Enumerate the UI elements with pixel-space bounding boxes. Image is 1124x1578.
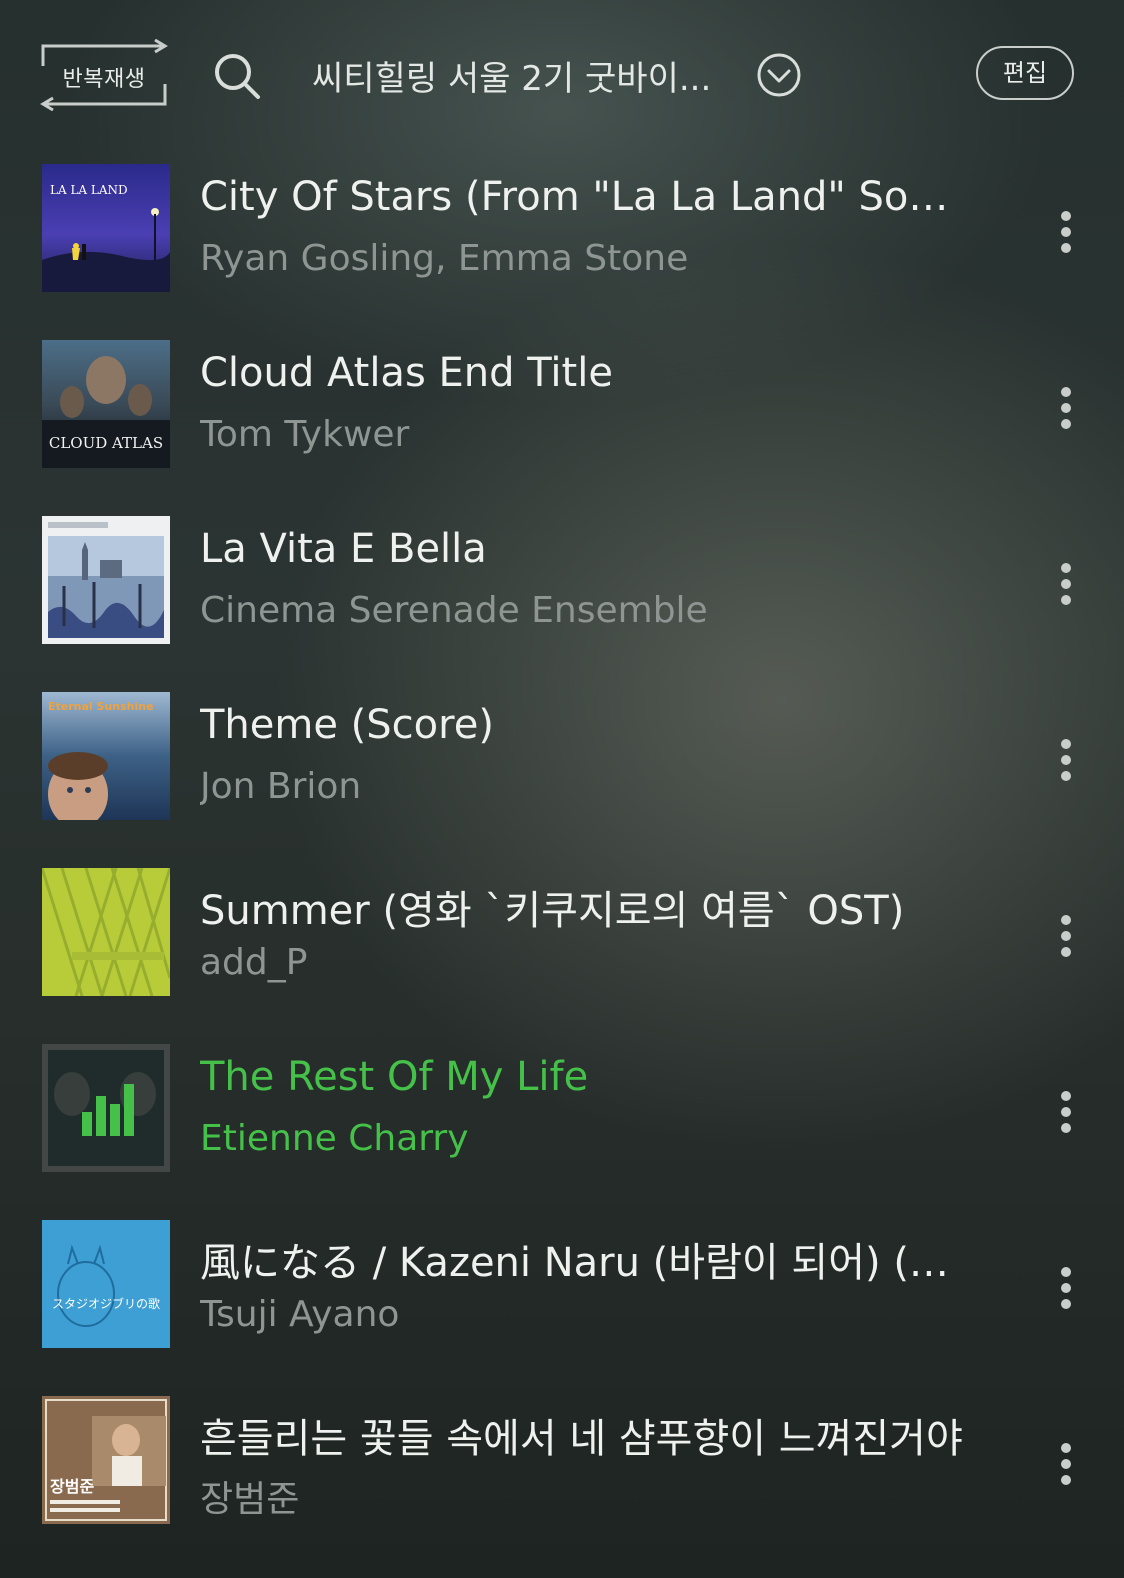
track-artist: Ryan Gosling, Emma Stone <box>200 238 689 279</box>
album-cover <box>42 516 170 644</box>
cover-text: スタジオジブリの歌 <box>52 1296 160 1311</box>
search-icon[interactable] <box>213 52 261 100</box>
track-item[interactable]: LA LA LAND City Of Stars (From "La La La… <box>0 164 1124 304</box>
track-item[interactable]: Summer (영화 `키쿠지로의 여름` OST) add_P <box>0 868 1124 1008</box>
track-item[interactable]: Eternal Sunshine Theme (Score) Jon Brion <box>0 692 1124 832</box>
more-options-icon[interactable] <box>1052 208 1080 256</box>
track-artist: add_P <box>200 942 308 983</box>
track-title: The Rest Of My Life <box>200 1054 589 1100</box>
track-item[interactable]: CLOUD ATLAS Cloud Atlas End Title Tom Ty… <box>0 340 1124 480</box>
track-title: 風になる / Kazeni Naru (바람이 되어) (영... <box>200 1240 970 1286</box>
track-item[interactable]: La Vita E Bella Cinema Serenade Ensemble <box>0 516 1124 656</box>
more-options-icon[interactable] <box>1052 1088 1080 1136</box>
more-options-icon[interactable] <box>1052 560 1080 608</box>
track-title: Theme (Score) <box>200 702 494 748</box>
album-cover: 장범준 <box>42 1396 170 1524</box>
repeat-button[interactable]: 반복재생 <box>40 39 168 111</box>
track-item[interactable]: 장범준 흔들리는 꽃들 속에서 네 샴푸향이 느껴진거야 장범준 <box>0 1396 1124 1536</box>
album-cover: スタジオジブリの歌 <box>42 1220 170 1348</box>
repeat-label: 반복재생 <box>62 67 146 92</box>
more-options-icon[interactable] <box>1052 912 1080 960</box>
chevron-down-icon[interactable] <box>756 52 802 98</box>
edit-button[interactable]: 편집 <box>976 46 1074 100</box>
more-options-icon[interactable] <box>1052 384 1080 432</box>
cover-text: CLOUD ATLAS <box>49 434 163 452</box>
more-options-icon[interactable] <box>1052 1440 1080 1488</box>
track-artist: 장범준 <box>200 1479 300 1520</box>
track-artist: Jon Brion <box>200 766 362 807</box>
playlist-title[interactable]: 씨티힐링 서울 2기 굿바이... <box>312 51 711 100</box>
track-artist: Tom Tykwer <box>200 414 410 455</box>
cover-text: LA LA LAND <box>50 183 128 197</box>
more-options-icon[interactable] <box>1052 736 1080 784</box>
track-item[interactable]: スタジオジブリの歌 風になる / Kazeni Naru (바람이 되어) (영… <box>0 1220 1124 1360</box>
track-item-playing[interactable]: The Rest Of My Life Etienne Charry <box>0 1044 1124 1184</box>
track-title: 흔들리는 꽃들 속에서 네 샴푸향이 느껴진거야 <box>200 1416 963 1462</box>
track-artist: Cinema Serenade Ensemble <box>200 590 708 631</box>
album-cover: Eternal Sunshine <box>42 692 170 820</box>
cover-text: Eternal Sunshine <box>48 700 154 713</box>
more-options-icon[interactable] <box>1052 1264 1080 1312</box>
album-cover: LA LA LAND <box>42 164 170 292</box>
track-title: La Vita E Bella <box>200 526 487 572</box>
track-artist: Etienne Charry <box>200 1118 469 1159</box>
track-artist: Tsuji Ayano <box>200 1294 400 1335</box>
track-title: Cloud Atlas End Title <box>200 350 613 396</box>
track-title: City Of Stars (From "La La Land" Soun... <box>200 174 970 220</box>
album-cover <box>42 868 170 996</box>
album-cover <box>42 1044 170 1172</box>
cover-text: 장범준 <box>50 1477 94 1496</box>
track-title: Summer (영화 `키쿠지로의 여름` OST) <box>200 888 905 934</box>
album-cover: CLOUD ATLAS <box>42 340 170 468</box>
